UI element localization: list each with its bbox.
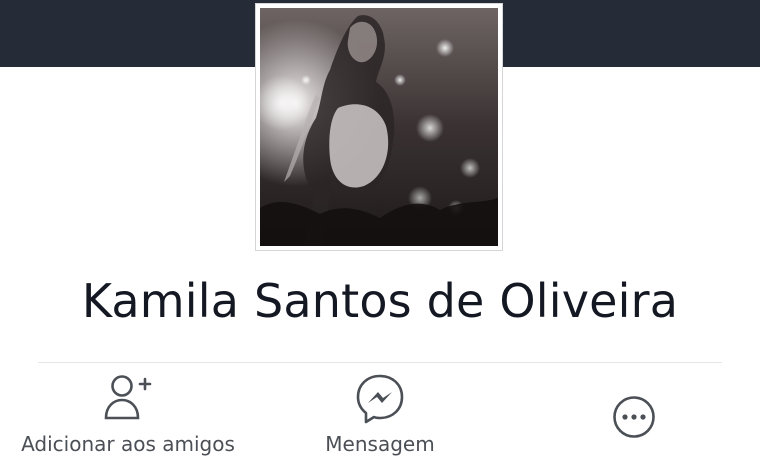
profile-name: Kamila Santos de Oliveira	[81, 274, 679, 328]
add-friend-label: Adicionar aos amigos	[21, 432, 235, 456]
more-options-icon	[613, 396, 655, 438]
message-label: Mensagem	[325, 432, 435, 456]
profile-picture-image	[260, 8, 498, 246]
add-friend-icon	[104, 375, 152, 420]
divider	[38, 362, 722, 363]
more-options-button[interactable]	[574, 372, 694, 456]
message-button[interactable]: Mensagem	[290, 372, 470, 456]
add-friend-button[interactable]: Adicionar aos amigos	[8, 372, 248, 456]
messenger-icon	[356, 374, 404, 424]
profile-picture[interactable]	[255, 3, 503, 251]
profile-page: Kamila Santos de Oliveira Adicionar aos …	[0, 0, 760, 456]
profile-actions: Adicionar aos amigos Mensagem	[0, 372, 760, 456]
